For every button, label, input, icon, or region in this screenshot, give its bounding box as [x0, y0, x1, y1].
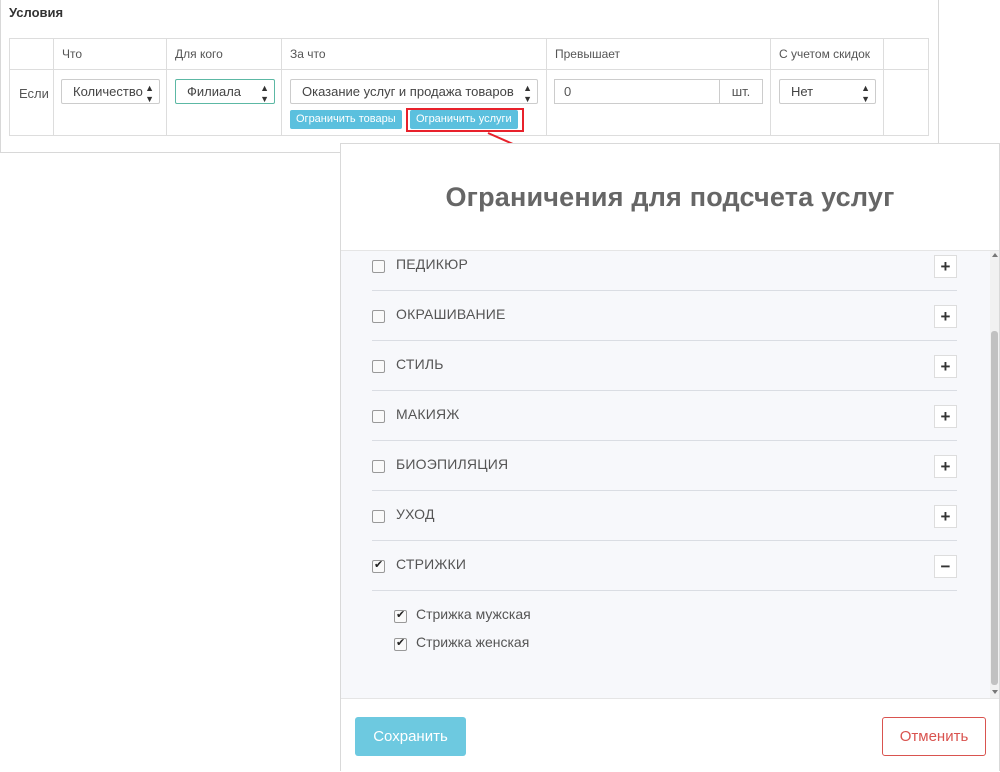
category-row-style[interactable]: СТИЛЬ + [372, 341, 957, 391]
plus-icon[interactable]: + [934, 355, 957, 378]
category-row-bioepilation[interactable]: БИОЭПИЛЯЦИЯ + [372, 441, 957, 491]
category-label: БИОЭПИЛЯЦИЯ [396, 456, 509, 472]
modal-footer: Сохранить Отменить [341, 698, 999, 772]
service-limits-modal: Ограничения для подсчета услуг ПЕДИКЮР +… [340, 143, 1000, 772]
header-with-discounts: С учетом скидок [779, 47, 871, 61]
minus-icon[interactable]: − [934, 555, 957, 578]
with-discounts-select[interactable]: Нет ▲ ▼ [779, 79, 876, 104]
sort-arrows-icon: ▲ ▼ [861, 83, 870, 104]
modal-header: Ограничения для подсчета услуг [341, 144, 999, 251]
category-checkbox[interactable] [372, 410, 385, 423]
plus-icon[interactable]: + [934, 255, 957, 278]
with-discounts-select-value: Нет [791, 84, 814, 99]
for-whom-select-value: Филиала [187, 84, 242, 99]
category-row-coloring[interactable]: ОКРАШИВАНИЕ + [372, 291, 957, 341]
scroll-thumb[interactable] [991, 331, 998, 685]
category-label: МАКИЯЖ [396, 406, 460, 422]
category-row-care[interactable]: УХОД + [372, 491, 957, 541]
exceeds-input[interactable]: 0 [554, 79, 720, 104]
for-what-select[interactable]: Оказание услуг и продажа товаров ▲ ▼ [290, 79, 538, 104]
modal-title: Ограничения для подсчета услуг [445, 182, 895, 212]
category-checkbox[interactable] [372, 460, 385, 473]
sub-item-label: Стрижка женская [416, 634, 530, 650]
header-what: Что [62, 47, 83, 61]
category-label: УХОД [396, 506, 435, 522]
plus-icon[interactable]: + [934, 305, 957, 328]
sort-arrows-icon: ▲ ▼ [260, 83, 269, 104]
category-checkbox[interactable] [372, 558, 385, 573]
scroll-up-icon[interactable] [992, 253, 998, 257]
sub-item-checkbox[interactable] [394, 608, 407, 623]
category-row-haircuts[interactable]: СТРИЖКИ − [372, 541, 957, 591]
sub-item-label: Стрижка мужская [416, 606, 531, 622]
category-checkbox[interactable] [372, 510, 385, 523]
category-label: ПЕДИКЮР [396, 256, 468, 272]
category-label: ОКРАШИВАНИЕ [396, 306, 506, 322]
table-header-row: Что Для кого За что Превышает С учетом с… [10, 39, 928, 70]
cancel-button[interactable]: Отменить [882, 717, 986, 756]
category-row-makeup[interactable]: МАКИЯЖ + [372, 391, 957, 441]
save-button[interactable]: Сохранить [355, 717, 466, 756]
category-label: СТРИЖКИ [396, 556, 467, 572]
category-checkbox[interactable] [372, 360, 385, 373]
modal-scrollbar[interactable] [990, 251, 999, 698]
category-row-pedicure[interactable]: ПЕДИКЮР + [372, 251, 957, 291]
unit-addon: шт. [719, 79, 763, 104]
scroll-down-icon[interactable] [992, 690, 998, 694]
sub-item-checkbox[interactable] [394, 636, 407, 651]
header-exceeds: Превышает [555, 47, 621, 61]
category-checkbox[interactable] [372, 260, 385, 273]
sort-arrows-icon: ▲ ▼ [523, 83, 532, 104]
for-what-select-value: Оказание услуг и продажа товаров [302, 84, 514, 99]
what-select-value: Количество [73, 84, 143, 99]
header-for-what: За что [290, 47, 326, 61]
sort-arrows-icon: ▲ ▼ [145, 83, 154, 104]
category-checkbox[interactable] [372, 310, 385, 323]
plus-icon[interactable]: + [934, 505, 957, 528]
conditions-title: Условия [9, 5, 64, 20]
category-label: СТИЛЬ [396, 356, 444, 372]
modal-body: ПЕДИКЮР + ОКРАШИВАНИЕ + СТИЛЬ + МАКИЯЖ +… [341, 251, 991, 698]
limit-goods-button[interactable]: Ограничить товары [290, 110, 402, 129]
plus-icon[interactable]: + [934, 405, 957, 428]
row-label: Если [19, 86, 49, 101]
for-whom-select[interactable]: Филиала ▲ ▼ [175, 79, 275, 104]
plus-icon[interactable]: + [934, 455, 957, 478]
highlight-frame [406, 108, 524, 132]
header-for-whom: Для кого [175, 47, 223, 61]
what-select[interactable]: Количество ▲ ▼ [61, 79, 160, 104]
